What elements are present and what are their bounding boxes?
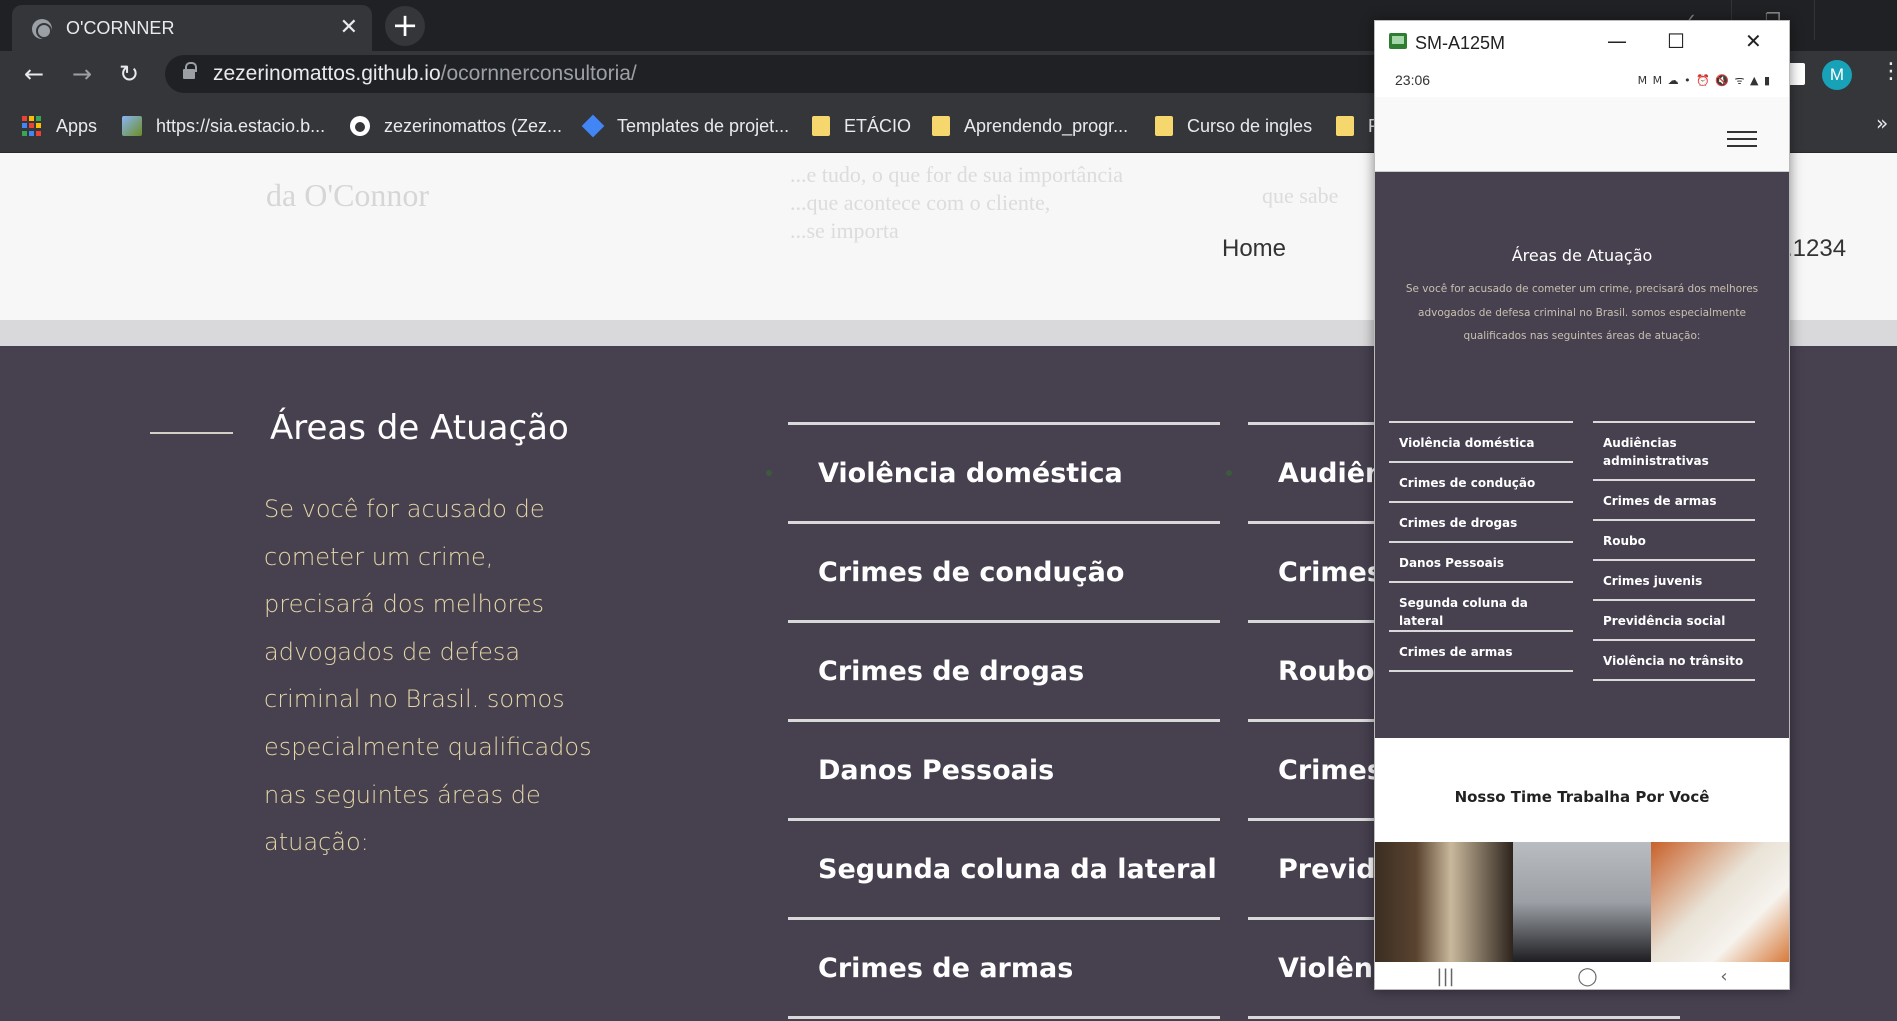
lock-icon[interactable] [183,62,197,81]
profile-avatar[interactable]: M [1822,60,1852,90]
bookmark-etacio[interactable]: ETÁCIO [812,115,911,137]
folder-icon [932,116,950,136]
phone-app-icon [1389,33,1407,49]
phone-window-titlebar[interactable]: SM-A125M — ☐ ✕ [1375,21,1789,65]
list-item[interactable]: Segunda coluna da lateral [1389,581,1573,630]
maximize-icon[interactable]: ☐ [1667,29,1685,53]
phone-nav-bar: ||| ◯ ‹ [1375,962,1789,989]
list-item[interactable]: Violência doméstica [788,422,1220,521]
hamburger-menu-icon[interactable] [1727,131,1757,149]
close-window-icon[interactable] [1814,0,1897,40]
list-item[interactable]: Segunda coluna da lateral [788,818,1220,917]
folder-icon [812,116,830,136]
globe-icon [32,19,52,39]
recent-apps-icon[interactable]: ||| [1436,966,1454,987]
bookmark-templates[interactable]: Templates de projet... [581,114,789,138]
phone-areas-section: Áreas de Atuação Se você for acusado de … [1375,172,1789,738]
site-icon [122,116,142,136]
list-divider [1248,1016,1680,1019]
tab-close-icon[interactable]: ✕ [340,15,358,40]
team-photo [1375,842,1513,962]
phone-site-header [1375,97,1789,172]
browser-tab[interactable]: O'CORNNER ✕ [12,5,372,51]
bookmark-aprendendo[interactable]: Aprendendo_progr... [932,115,1128,137]
phone-clock: 23:06 [1395,72,1431,88]
phone-areas-list-2: Audiências administrativas Crimes de arm… [1593,421,1755,681]
list-item[interactable]: Crimes de drogas [1389,501,1573,541]
forward-icon[interactable]: → [66,58,98,90]
bullet-dot [766,470,772,476]
reload-icon[interactable]: ↻ [113,58,145,90]
ghost-text: que sabe [1262,183,1339,208]
bookmark-sia-estacio[interactable]: https://sia.estacio.b... [122,115,325,137]
ghost-brand-text: da O'Connor [266,177,430,213]
list-item[interactable]: Roubo [1593,519,1755,559]
list-item[interactable]: Crimes de condução [1389,461,1573,501]
more-bookmarks-icon[interactable]: » [1876,111,1888,135]
minimize-icon[interactable]: — [1607,29,1627,53]
list-item[interactable]: Crimes de armas [788,917,1220,1016]
back-icon[interactable]: ‹ [1720,966,1727,987]
list-item[interactable]: Danos Pessoais [1389,541,1573,581]
list-item[interactable]: Audiências administrativas [1593,421,1755,479]
folder-icon [1155,116,1173,136]
list-item[interactable]: Crimes de armas [1389,630,1573,670]
phone-window-title: SM-A125M [1415,33,1506,53]
tab-title: O'CORNNER [66,18,175,38]
phone-team-section: Nosso Time Trabalha Por Você [1375,738,1789,842]
bookmark-apps[interactable]: Apps [22,115,97,137]
team-photo [1651,842,1789,962]
phone-section-lead: Se você for acusado de cometer um crime,… [1405,283,1759,342]
team-photo [1513,842,1651,962]
title-rule [150,432,233,434]
bookmark-curso-ingles[interactable]: Curso de ingles [1155,115,1312,137]
list-item[interactable]: Crimes de condução [788,521,1220,620]
phone-mirror-window[interactable]: SM-A125M — ☐ ✕ 23:06 M M ☁ • ⏰ 🔇 ᯤ ▲ ▮ Á… [1374,20,1790,990]
status-icons: M M ☁ • ⏰ 🔇 ᯤ ▲ ▮ [1637,74,1771,87]
bullet-dot [1226,470,1232,476]
nav-phone-text: .1234 [1786,235,1847,262]
github-icon [350,116,370,136]
list-item[interactable]: Previdência social [1593,599,1755,639]
browser-menu-icon[interactable]: ⋮ [1880,59,1897,84]
list-item[interactable]: Crimes de armas [1593,479,1755,519]
team-title: Nosso Time Trabalha Por Você [1454,788,1710,806]
list-divider [1389,670,1573,672]
team-photos [1375,842,1789,962]
close-icon[interactable]: ✕ [1745,29,1762,53]
ghost-text: ...e tudo, o que for de sua importância … [790,162,1123,243]
phone-section-title: Áreas de Atuação [1511,246,1653,265]
nav-home-link[interactable]: Home [1222,235,1286,263]
list-item[interactable]: Violência doméstica [1389,421,1573,461]
bookmark-folder-f[interactable]: F [1336,115,1379,137]
list-divider [788,1016,1220,1019]
folder-icon [1336,116,1354,136]
bookmark-github[interactable]: zezerinomattos (Zez... [350,115,562,137]
apps-icon [22,116,42,136]
section-lead: Se você for acusado de cometer um crime,… [264,495,592,857]
phone-areas-list-1: Violência doméstica Crimes de condução C… [1389,421,1573,672]
list-item[interactable]: Violência no trânsito [1593,639,1755,679]
section-title: Áreas de Atuação [270,408,569,448]
back-icon[interactable]: ← [18,58,50,90]
url-text[interactable]: zezerinomattos.github.io/ocornnerconsult… [213,62,637,86]
areas-list-1: Violência doméstica Crimes de condução C… [788,422,1220,1019]
home-icon[interactable]: ◯ [1577,966,1597,987]
phone-status-bar: 23:06 M M ☁ • ⏰ 🔇 ᯤ ▲ ▮ [1375,65,1789,97]
new-tab-button[interactable]: + [385,6,425,46]
list-item[interactable]: Crimes de drogas [788,620,1220,719]
address-bar[interactable]: zezerinomattos.github.io/ocornnerconsult… [165,55,1395,93]
list-item[interactable]: Danos Pessoais [788,719,1220,818]
list-divider [1593,679,1755,681]
list-item[interactable]: Crimes juvenis [1593,559,1755,599]
diamond-icon [581,114,605,138]
